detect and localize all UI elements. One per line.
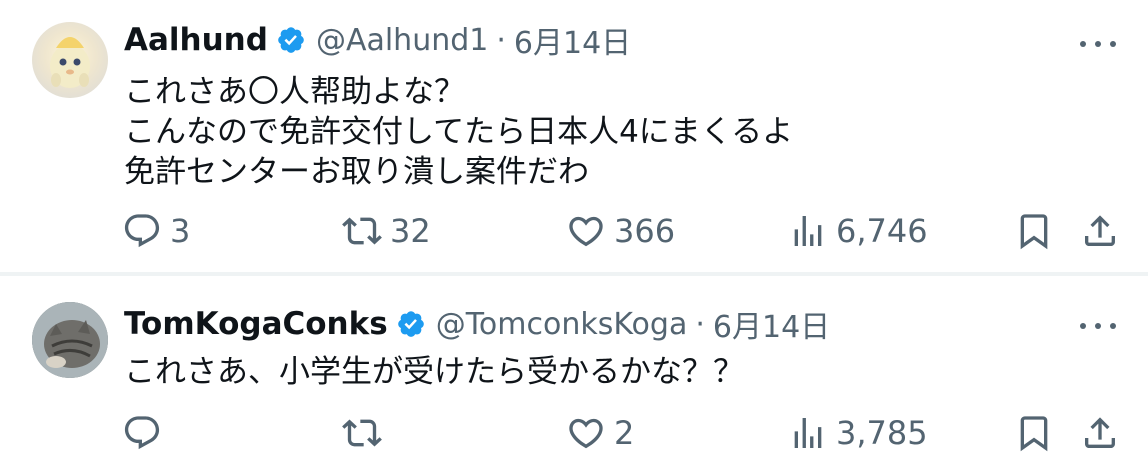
tweet[interactable]: Aalhund @Aalhund1 · 6月14日 これさあ〇人帮助よな？ こん… [0,0,1148,272]
reply-icon [124,214,160,248]
share-icon [1085,215,1115,246]
display-name[interactable]: TomKogaConks [124,306,388,342]
reply-icon [124,416,160,450]
like-count: 366 [614,212,676,250]
tweet-header: TomKogaConks @TomconksKoga · 6月14日 [124,302,830,346]
retweet-button[interactable]: 32 [342,206,431,256]
bookmark-icon [1020,416,1048,452]
retweet-button[interactable] [342,408,390,458]
separator: · [695,306,705,342]
retweet-icon [342,217,382,245]
bookmark-button[interactable] [1014,408,1054,458]
views-icon [794,418,822,448]
handle[interactable]: @Aalhund1 [316,23,488,58]
timestamp[interactable]: 6月14日 [713,302,830,346]
avatar[interactable] [32,302,108,378]
tweet-text: これさあ、小学生が受けたら受かるかな？？ [124,354,744,390]
action-bar: 2 3,785 [122,408,1118,458]
views-button[interactable]: 6,746 [788,206,928,256]
like-button[interactable]: 366 [566,206,675,256]
reply-count: 3 [170,212,191,250]
separator: · [496,22,506,58]
handle[interactable]: @TomconksKoga [436,307,688,342]
view-count: 6,746 [836,212,928,250]
share-button[interactable] [1080,206,1120,256]
verified-badge-icon[interactable] [396,309,426,339]
action-bar: 3 32 366 6,746 [122,206,1118,256]
views-button[interactable]: 3,785 [788,408,928,458]
reply-button[interactable] [122,408,170,458]
tweet[interactable]: TomKogaConks @TomconksKoga · 6月14日 これさあ、… [0,276,1148,476]
verified-badge-icon[interactable] [276,25,306,55]
avatar[interactable] [32,22,108,98]
reply-button[interactable]: 3 [122,206,190,256]
share-icon [1085,417,1115,448]
share-button[interactable] [1080,408,1120,458]
more-icon[interactable] [1080,34,1116,54]
timestamp[interactable]: 6月14日 [514,18,631,62]
avatar-image [50,37,90,88]
bookmark-icon [1020,214,1048,250]
bookmark-button[interactable] [1014,206,1054,256]
retweet-count: 32 [390,212,431,250]
like-count: 2 [614,414,635,452]
like-icon [569,418,603,449]
view-count: 3,785 [836,414,928,452]
more-icon[interactable] [1080,316,1116,336]
display-name[interactable]: Aalhund [124,22,268,58]
tweet-text: これさあ〇人帮助よな？ こんなので免許交付してたら日本人4にまくるよ 免許センタ… [124,74,794,190]
avatar-image [32,302,108,378]
retweet-icon [342,419,382,447]
tweet-header: Aalhund @Aalhund1 · 6月14日 [124,18,631,62]
like-icon [569,216,603,247]
like-button[interactable]: 2 [566,408,634,458]
views-icon [794,216,822,246]
